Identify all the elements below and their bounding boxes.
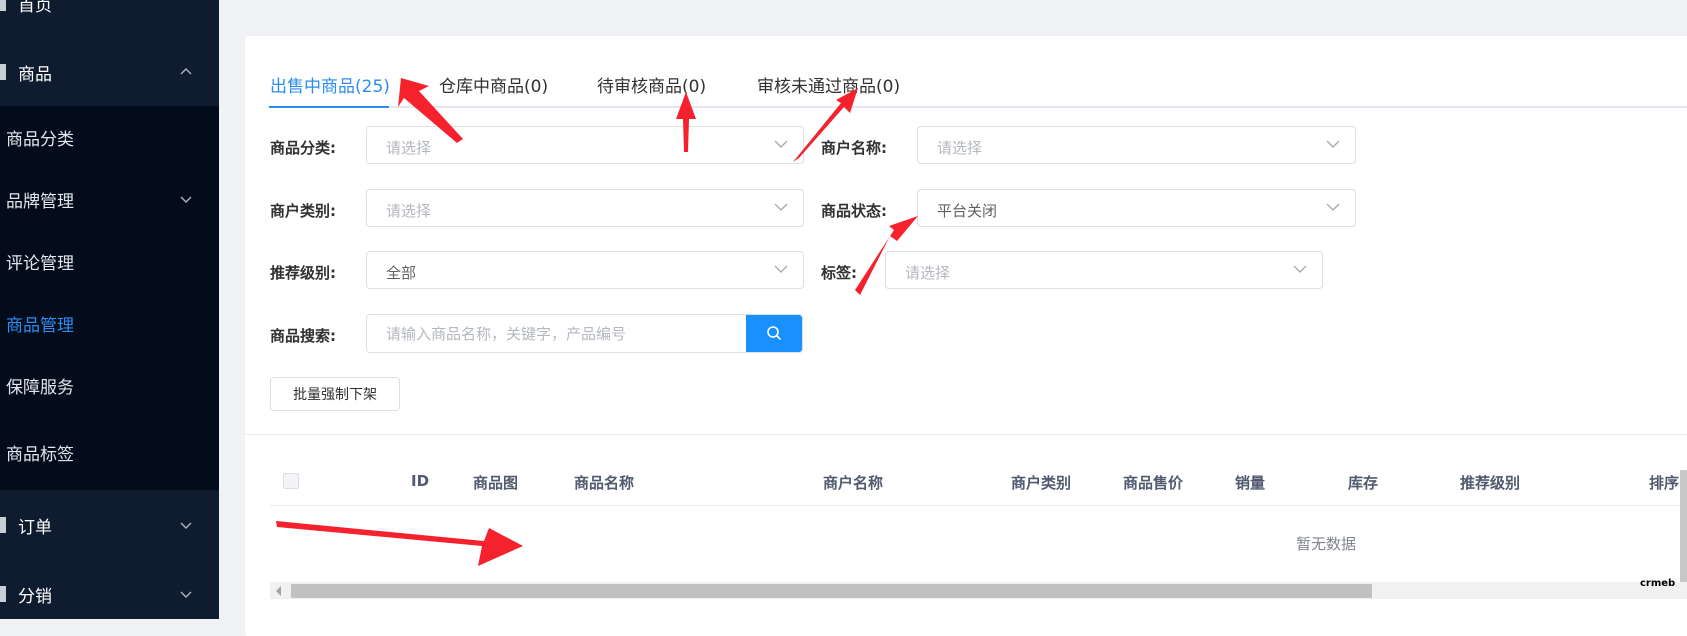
chevron-down-icon xyxy=(1326,140,1340,148)
horizontal-scrollbar[interactable] xyxy=(270,582,1687,599)
merchant-type-label: 商户类别: xyxy=(270,202,336,220)
sidebar-item-guarantee[interactable]: 保障服务 xyxy=(0,354,219,416)
scroll-thumb[interactable] xyxy=(291,584,1372,598)
chevron-down-icon xyxy=(774,203,788,211)
column-header-price: 商品售价 xyxy=(1123,474,1184,492)
distribution-icon xyxy=(0,586,6,602)
column-header-sort: 排序 xyxy=(1649,474,1680,492)
column-header-stock: 库存 xyxy=(1348,474,1379,492)
column-header-id: ID xyxy=(411,472,430,490)
sidebar-item-goods-manage[interactable]: 商品管理 xyxy=(0,292,219,354)
recommend-level-label: 推荐级别: xyxy=(270,264,336,282)
home-icon xyxy=(0,0,6,11)
sidebar-item-label: 商品管理 xyxy=(6,315,74,336)
sidebar-item-goods-tags[interactable]: 商品标签 xyxy=(0,416,219,490)
sidebar-item-goods-category[interactable]: 商品分类 xyxy=(0,106,219,168)
column-header-recommend-level: 推荐级别 xyxy=(1460,474,1521,492)
tab-pending-review[interactable]: 待审核商品(0) xyxy=(597,72,706,97)
watermark-logo: crmeb xyxy=(1640,578,1676,589)
sidebar-item-label: 品牌管理 xyxy=(6,191,74,212)
chevron-down-icon xyxy=(180,522,192,529)
goods-search-input[interactable] xyxy=(367,315,747,352)
sidebar-item-home[interactable]: 首页 xyxy=(0,0,219,28)
sidebar-item-label: 保障服务 xyxy=(6,377,74,398)
sidebar-item-label: 分销 xyxy=(18,586,52,607)
tab-review-rejected[interactable]: 审核未通过商品(0) xyxy=(757,72,900,97)
sidebar-item-distribution[interactable]: 分销 xyxy=(0,569,219,619)
sidebar-item-label: 商品标签 xyxy=(6,445,74,465)
chevron-up-icon xyxy=(180,68,192,75)
chevron-down-icon xyxy=(774,140,788,148)
tab-active-indicator xyxy=(269,106,389,108)
sidebar-item-goods[interactable]: 商品 xyxy=(0,47,219,97)
category-label: 商品分类: xyxy=(270,139,336,157)
goods-search-box xyxy=(366,314,803,353)
chevron-down-icon xyxy=(1293,265,1307,273)
sidebar-item-label: 商品 xyxy=(18,64,52,85)
goods-status-select-value: 平台关闭 xyxy=(937,202,998,220)
recommend-level-select-value: 全部 xyxy=(386,264,417,282)
status-tabs: 出售中商品(25) 仓库中商品(0) 待审核商品(0) 审核未通过商品(0) xyxy=(269,68,1687,108)
top-strip xyxy=(219,0,1687,9)
tab-in-warehouse[interactable]: 仓库中商品(0) xyxy=(439,72,548,97)
chevron-down-icon xyxy=(774,265,788,273)
search-icon xyxy=(767,326,781,340)
sidebar: 首页 商品 商品分类 品牌管理 评论管理 商品管理 保障服务 商品标签 订单 分… xyxy=(0,0,219,619)
sidebar-item-brand[interactable]: 品牌管理 xyxy=(0,168,219,230)
merchant-name-select-value: 请选择 xyxy=(937,139,983,157)
category-select[interactable]: 请选择 xyxy=(366,126,804,164)
column-header-merchant-type: 商户类别 xyxy=(1011,474,1072,492)
chevron-down-icon xyxy=(1326,203,1340,211)
search-button[interactable] xyxy=(746,315,802,352)
chevron-down-icon xyxy=(180,591,192,598)
goods-search-label: 商品搜索: xyxy=(270,327,336,345)
tag-label: 标签: xyxy=(821,264,857,282)
merchant-name-label: 商户名称: xyxy=(821,139,887,157)
tab-on-sale[interactable]: 出售中商品(25) xyxy=(270,72,390,97)
recommend-level-select[interactable]: 全部 xyxy=(366,251,804,289)
orders-icon xyxy=(0,517,6,533)
goods-icon xyxy=(0,64,6,80)
merchant-type-select-value: 请选择 xyxy=(386,202,432,220)
sidebar-item-label: 订单 xyxy=(18,517,52,538)
table-header-border xyxy=(270,505,1687,506)
column-header-goods-name: 商品名称 xyxy=(574,474,635,492)
tab-underline xyxy=(269,106,1687,108)
vertical-scrollbar[interactable] xyxy=(1680,470,1687,582)
column-header-sales: 销量 xyxy=(1235,474,1266,492)
chevron-down-icon xyxy=(180,196,192,203)
column-header-merchant-name: 商户名称 xyxy=(823,474,884,492)
goods-status-select[interactable]: 平台关闭 xyxy=(917,189,1356,227)
sidebar-item-label: 商品分类 xyxy=(6,129,74,150)
column-header-image: 商品图 xyxy=(473,474,519,492)
empty-state-text: 暂无数据 xyxy=(1296,535,1357,553)
category-select-value: 请选择 xyxy=(386,139,432,157)
section-divider xyxy=(245,434,1687,435)
merchant-type-select[interactable]: 请选择 xyxy=(366,189,804,227)
merchant-name-select[interactable]: 请选择 xyxy=(917,126,1356,164)
sidebar-item-label: 首页 xyxy=(18,0,52,16)
sidebar-item-comments[interactable]: 评论管理 xyxy=(0,230,219,292)
sidebar-item-label: 评论管理 xyxy=(6,253,74,274)
goods-status-label: 商品状态: xyxy=(821,202,887,220)
tag-select[interactable]: 请选择 xyxy=(885,251,1323,289)
scroll-left-arrow-icon[interactable] xyxy=(276,586,281,596)
select-all-checkbox[interactable] xyxy=(283,473,299,489)
batch-force-offline-button[interactable]: 批量强制下架 xyxy=(270,377,400,411)
sidebar-item-orders[interactable]: 订单 xyxy=(0,500,219,550)
tag-select-value: 请选择 xyxy=(905,264,951,282)
